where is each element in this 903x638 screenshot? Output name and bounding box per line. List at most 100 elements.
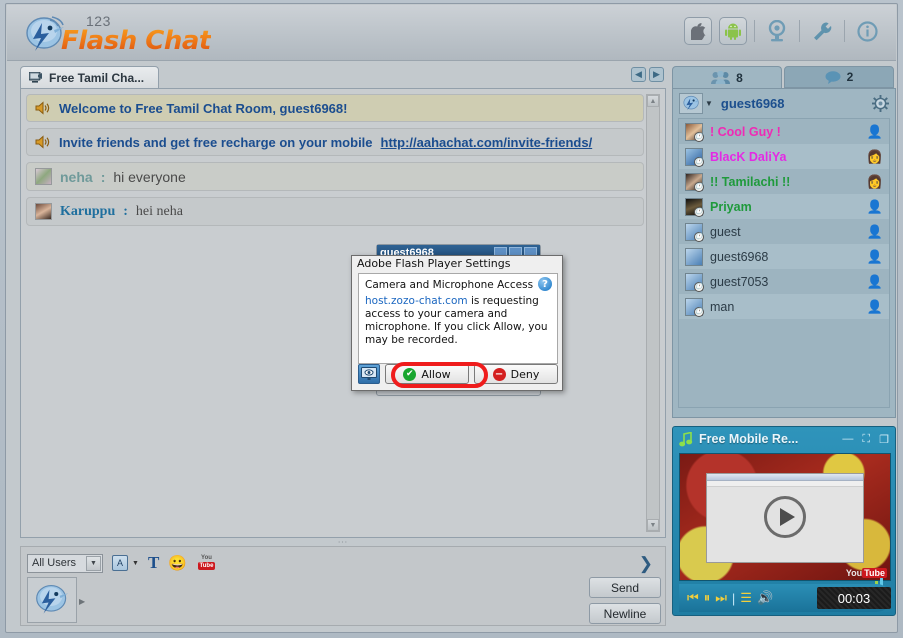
- emoji-button[interactable]: 😀: [168, 556, 187, 571]
- list-item[interactable]: 🕐 man 👤: [679, 294, 889, 319]
- info-icon[interactable]: [852, 17, 882, 45]
- wrench-icon[interactable]: [807, 17, 837, 45]
- audience-value: All Users: [32, 557, 77, 569]
- deny-button[interactable]: − Deny: [474, 364, 558, 384]
- gender-icon-female: 👩: [866, 173, 883, 189]
- gender-icon-female: 👩: [866, 148, 883, 164]
- tab-label: Free Tamil Cha...: [49, 70, 145, 85]
- message-row-karuppu: Karuppu: hei neha: [26, 197, 644, 226]
- flash-player-settings-dialog: Adobe Flash Player Settings Camera and M…: [351, 255, 563, 391]
- fullscreen-icon[interactable]: ⛶: [862, 433, 870, 446]
- users-count: 8: [736, 70, 743, 85]
- chat-tabs-row: Free Tamil Cha... ◀ ▶: [20, 66, 666, 88]
- avatar: 🕐: [685, 122, 704, 142]
- clock-badge-icon: 🕐: [694, 306, 704, 317]
- play-button[interactable]: [764, 496, 806, 538]
- flash-chat-bird-icon: [36, 584, 69, 614]
- list-item[interactable]: 🕐 guest7053 👤: [679, 269, 889, 294]
- gender-icon-male: 👤: [866, 198, 883, 214]
- speaker-icon: [35, 101, 50, 115]
- message-input[interactable]: [85, 577, 593, 623]
- tab-prev-button[interactable]: ◀: [631, 67, 646, 82]
- list-item[interactable]: guest6968 👤: [679, 244, 889, 269]
- newline-button[interactable]: Newline: [589, 603, 661, 624]
- allow-button[interactable]: ✔ Allow: [385, 364, 469, 384]
- video-inner-menubar: [707, 481, 863, 487]
- video-time: 00:03: [817, 587, 891, 609]
- watermark-you: You: [845, 568, 863, 578]
- chats-count: 2: [846, 70, 854, 84]
- user-name: guest: [710, 224, 741, 239]
- clock-badge-icon: 🕐: [694, 281, 704, 292]
- panel-splitter[interactable]: ⋯: [20, 537, 666, 548]
- my-avatar-chevron-icon[interactable]: ▼: [705, 99, 713, 108]
- pause-icon[interactable]: ⏸: [704, 590, 711, 606]
- next-track-icon[interactable]: ⏭: [715, 590, 727, 606]
- dialog-title: Adobe Flash Player Settings: [357, 257, 511, 270]
- chat-scrollbar[interactable]: ▲ ▼: [646, 94, 660, 532]
- list-item[interactable]: 🕐 guest 👤: [679, 219, 889, 244]
- message-text: Invite friends and get free recharge on …: [59, 134, 373, 150]
- playlist-icon[interactable]: ☰: [740, 590, 752, 606]
- font-color-button[interactable]: A: [112, 555, 128, 571]
- audience-select[interactable]: All Users ▼: [27, 553, 103, 573]
- input-row: ▶ Send Newline: [27, 577, 661, 624]
- volume-icon[interactable]: 🔊: [757, 590, 773, 606]
- list-item[interactable]: 🕐 !! Tamilachi !! 👩: [679, 169, 889, 194]
- user-avatar-button[interactable]: [27, 577, 77, 623]
- list-item[interactable]: 🕐 BlacK DaliYa 👩: [679, 144, 889, 169]
- minimize-icon[interactable]: —: [842, 433, 853, 445]
- my-avatar-button[interactable]: [679, 92, 703, 114]
- video-screen[interactable]: You Tube: [679, 453, 891, 581]
- dialog-message: host.zozo-chat.com is requesting access …: [365, 295, 551, 348]
- gear-icon[interactable]: [872, 94, 889, 112]
- previous-track-icon[interactable]: ⏮: [687, 590, 699, 606]
- chat-panel: Free Tamil Cha... ◀ ▶ Welcome to Free Ta…: [20, 66, 666, 626]
- help-icon[interactable]: ?: [538, 277, 552, 291]
- android-icon[interactable]: [719, 17, 747, 45]
- expand-toolbar-button[interactable]: ❯: [639, 554, 653, 574]
- application-frame: 123 Flash Chat Free Tamil Cha... ◀ ▶ Wel…: [5, 3, 898, 633]
- current-username: guest6968: [720, 95, 785, 111]
- message-input-area: All Users ▼ A ▼ T 😀 You Tube ❯ ▶ Send Ne…: [20, 546, 666, 626]
- list-item[interactable]: 🕐 Priyam 👤: [679, 194, 889, 219]
- youtube-bottom-text: Tube: [197, 561, 216, 570]
- apple-icon[interactable]: [684, 17, 712, 45]
- check-icon: ✔: [403, 367, 417, 381]
- text-format-button[interactable]: T: [148, 553, 159, 573]
- send-button[interactable]: Send: [589, 577, 661, 598]
- gender-icon-male: 👤: [866, 123, 883, 139]
- avatar: 🕐: [685, 172, 704, 192]
- webcam-icon[interactable]: [762, 17, 792, 45]
- message-username[interactable]: neha: [60, 169, 93, 185]
- user-name: !! Tamilachi !!: [710, 174, 791, 189]
- tab-chats[interactable]: 2: [784, 66, 894, 88]
- message-username[interactable]: Karuppu: [60, 204, 115, 220]
- users-panel: ▼ guest6968 🕐 ! Cool Guy ! 👤 🕐 BlacK Dal…: [672, 88, 896, 418]
- user-name: Priyam: [710, 199, 752, 214]
- tab-next-button[interactable]: ▶: [649, 67, 664, 82]
- message-row-neha: neha: hi everyone: [26, 162, 644, 191]
- scroll-up-button[interactable]: ▲: [647, 95, 659, 107]
- youtube-top-text: You: [201, 554, 212, 561]
- restore-icon[interactable]: ❐: [879, 433, 889, 446]
- chat-room-icon: [29, 71, 42, 83]
- invite-link[interactable]: http://aahachat.com/invite-friends/: [381, 135, 593, 150]
- video-player-panel: Free Mobile Re... — ⛶ ❐ You Tube ⏮ ⏸ ⏭ |…: [672, 426, 896, 616]
- chevron-down-icon[interactable]: ▼: [86, 555, 101, 571]
- gender-icon-unknown: 👤: [866, 273, 883, 289]
- wrench-glyph: [813, 22, 831, 40]
- list-item[interactable]: 🕐 ! Cool Guy ! 👤: [679, 119, 889, 144]
- video-window-controls: — ⛶ ❐: [842, 433, 889, 446]
- gender-icon-male: 👤: [866, 298, 883, 314]
- camera-settings-icon[interactable]: [358, 364, 380, 384]
- scroll-down-button[interactable]: ▼: [647, 519, 659, 531]
- tab-free-tamil-chat[interactable]: Free Tamil Cha...: [20, 66, 160, 88]
- header-icon-bar: [684, 17, 882, 45]
- chevron-down-icon[interactable]: ▼: [132, 560, 139, 567]
- youtube-button[interactable]: You Tube: [196, 555, 217, 572]
- current-user-row: ▼ guest6968: [673, 89, 895, 117]
- tab-users[interactable]: 8: [672, 66, 782, 88]
- video-title: Free Mobile Re...: [699, 432, 799, 446]
- user-name: ! Cool Guy !: [710, 124, 781, 139]
